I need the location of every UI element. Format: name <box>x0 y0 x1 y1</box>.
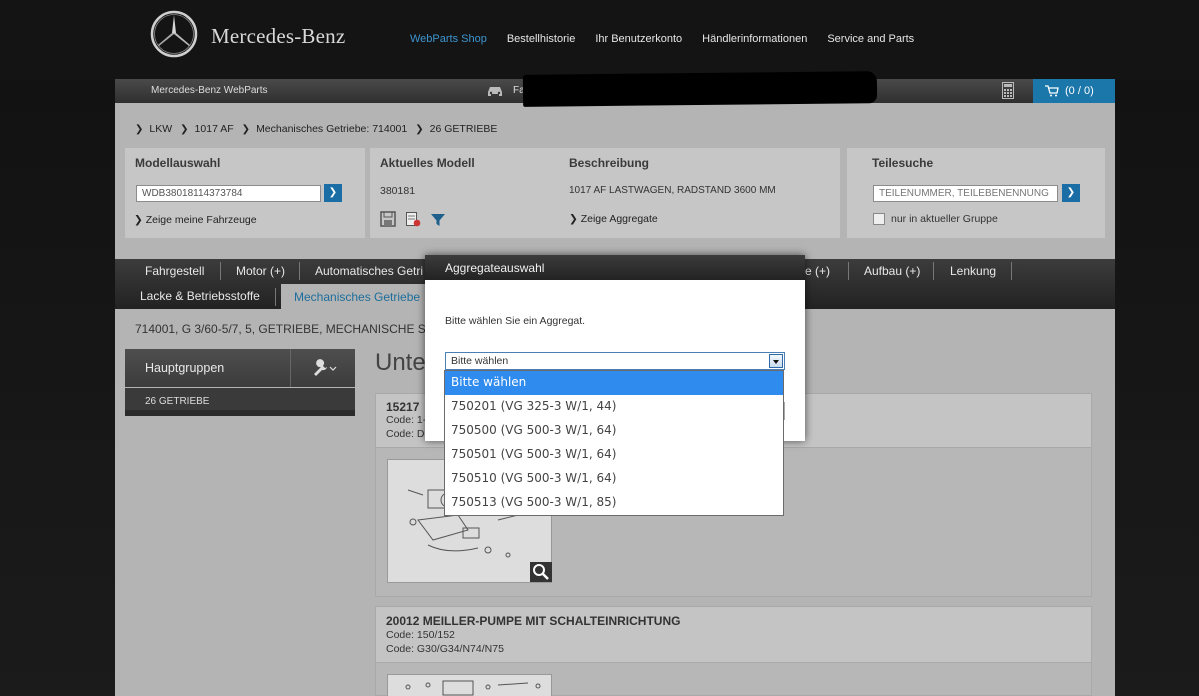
aggregate-select[interactable]: Bitte wählen <box>445 352 785 370</box>
breadcrumb-group[interactable]: 26 GETRIEBE <box>430 123 498 135</box>
aggregate-option[interactable]: Bitte wählen <box>445 371 783 395</box>
part-card-code: Code: D <box>386 428 425 440</box>
part-drawing-image <box>405 680 541 696</box>
aggregate-option[interactable]: 750201 (VG 325-3 W/1, 44) <box>445 395 783 419</box>
part-search-button[interactable]: ❯ <box>1062 184 1080 202</box>
nav-webparts-shop[interactable]: WebParts Shop <box>410 33 487 45</box>
teilesuche-title: Teilesuche <box>872 156 934 170</box>
cart-button[interactable]: (0 / 0) <box>1033 79 1115 103</box>
zeige-fahrzeuge-link[interactable]: ❯ Zeige meine Fahrzeuge <box>134 214 257 226</box>
calculator-icon[interactable] <box>1002 82 1014 99</box>
zeige-aggregate-label: Zeige Aggregate <box>580 213 658 225</box>
nav-service-and-parts[interactable]: Service and Parts <box>827 33 914 45</box>
tab-motor[interactable]: Motor (+) <box>236 264 285 278</box>
aggregate-description: 714001, G 3/60-5/7, 5, GETRIEBE, MECHANI… <box>135 322 426 336</box>
tab-separator <box>220 262 221 280</box>
part-card-header[interactable]: 20012 MEILLER-PUMPE MIT SCHALTEINRICHTUN… <box>375 606 1092 663</box>
tab-separator <box>275 288 276 306</box>
part-card-code: Code: G30/G34/N74/N75 <box>386 643 504 655</box>
part-card-body <box>375 663 1092 696</box>
aktuelles-modell-title: Aktuelles Modell <box>380 156 475 170</box>
top-navigation: WebParts Shop Bestellhistorie Ihr Benutz… <box>410 33 934 45</box>
chevron-down-icon[interactable] <box>769 354 783 368</box>
save-icon[interactable] <box>380 211 396 227</box>
tab-separator <box>1011 262 1012 280</box>
nav-haendlerinformationen[interactable]: Händlerinformationen <box>702 33 807 45</box>
car-icon <box>488 87 502 96</box>
dialog-prompt: Bitte wählen Sie ein Aggregat. <box>445 315 586 327</box>
nav-benutzerkonto[interactable]: Ihr Benutzerkonto <box>595 33 682 45</box>
top-header: Mercedes-Benz WebParts Shop Bestellhisto… <box>0 0 1199 80</box>
part-card-code: Code: 150/152 <box>386 629 455 641</box>
aggregate-option[interactable]: 750500 (VG 500-3 W/1, 64) <box>445 419 783 443</box>
aggregate-select-value: Bitte wählen <box>451 355 509 367</box>
tab-automatisches-getriebe[interactable]: Automatisches Getri <box>315 264 423 278</box>
brand-logo-text: Mercedes-Benz <box>211 24 346 48</box>
cart-count: (0 / 0) <box>1065 85 1094 97</box>
part-drawing-thumbnail[interactable] <box>387 674 552 696</box>
hauptgruppen-header: Hauptgruppen <box>125 349 355 387</box>
breadcrumb: ❯ LKW ❯ 1017 AF ❯ Mechanisches Getriebe:… <box>135 123 505 135</box>
page-heading: Unte <box>375 349 426 376</box>
sidebar-item-26-getriebe[interactable]: 26 GETRIEBE <box>125 388 355 416</box>
breadcrumb-chevron-icon: ❯ <box>135 123 144 135</box>
current-group-checkbox[interactable] <box>873 213 885 225</box>
aktuelles-modell-value: 380181 <box>380 185 416 197</box>
tab-mechanisches-getriebe[interactable]: Mechanisches Getriebe <box>281 284 436 309</box>
part-card-title: 20012 MEILLER-PUMPE MIT SCHALTEINRICHTUN… <box>386 614 681 628</box>
breadcrumb-chevron-icon: ❯ <box>415 123 424 135</box>
beschreibung-title: Beschreibung <box>569 156 650 170</box>
breadcrumb-lkw[interactable]: LKW <box>149 123 172 135</box>
aggregate-option[interactable]: 750513 (VG 500-3 W/1, 85) <box>445 491 783 515</box>
current-group-checkbox-label: nur in aktueller Gruppe <box>891 213 998 225</box>
redaction-mark <box>522 71 878 107</box>
part-search-input[interactable] <box>873 185 1058 202</box>
teilesuche-panel: Teilesuche ❯ nur in aktueller Gruppe <box>847 148 1105 238</box>
tab-lenkung[interactable]: Lenkung <box>950 264 996 278</box>
tab-separator <box>299 262 300 280</box>
mercedes-star-logo-icon[interactable] <box>150 10 198 58</box>
aggregate-option[interactable]: 750510 (VG 500-3 W/1, 64) <box>445 467 783 491</box>
beschreibung-value: 1017 AF LASTWAGEN, RADSTAND 3600 MM <box>569 185 776 196</box>
part-card-code: Code: 1- <box>386 414 427 426</box>
vin-submit-button[interactable]: ❯ <box>324 184 342 202</box>
tab-aufbau[interactable]: Aufbau (+) <box>864 264 920 278</box>
modellauswahl-title: Modellauswahl <box>135 156 221 170</box>
aggregate-dropdown-list: Bitte wählen 750201 (VG 325-3 W/1, 44) 7… <box>444 370 784 516</box>
nav-bestellhistorie[interactable]: Bestellhistorie <box>507 33 575 45</box>
hauptgruppen-divider <box>290 349 291 387</box>
tab-lacke-betriebsstoffe[interactable]: Lacke & Betriebsstoffe <box>140 289 260 303</box>
breadcrumb-chevron-icon: ❯ <box>241 123 251 135</box>
sub-header-bar: Mercedes-Benz WebParts Fa (0 / 0) <box>115 71 1115 107</box>
zoom-button[interactable] <box>530 562 552 582</box>
vin-input[interactable] <box>136 185 321 202</box>
tab-separator <box>848 262 849 280</box>
aggregate-option[interactable]: 750501 (VG 500-3 W/1, 64) <box>445 443 783 467</box>
webparts-brand-label: Mercedes-Benz WebParts <box>151 85 268 96</box>
part-card-title: 15217 <box>386 400 420 414</box>
filter-icon[interactable] <box>430 212 446 228</box>
breadcrumb-getriebe[interactable]: Mechanisches Getriebe: 714001 <box>256 123 407 135</box>
zeige-fahrzeuge-label: Zeige meine Fahrzeuge <box>145 214 257 226</box>
wrench-dropdown-icon[interactable] <box>310 358 338 378</box>
modellauswahl-panel: Modellauswahl ❯ ❯ Zeige meine Fahrzeuge <box>125 148 365 238</box>
tab-hidden-partial[interactable]: e (+) <box>805 264 830 278</box>
print-list-icon[interactable] <box>405 211 421 227</box>
magnifier-icon <box>533 564 549 580</box>
breadcrumb-chevron-icon: ❯ <box>180 123 189 135</box>
dialog-title: Aggregateauswahl <box>425 255 805 280</box>
tab-separator <box>933 262 934 280</box>
hauptgruppen-title: Hauptgruppen <box>145 361 225 375</box>
model-info-panel: Aktuelles Modell 380181 Beschreibung 101… <box>370 148 840 238</box>
cart-icon <box>1045 85 1059 97</box>
tab-fahrgestell[interactable]: Fahrgestell <box>145 264 204 278</box>
zeige-aggregate-link[interactable]: ❯ Zeige Aggregate <box>569 213 658 225</box>
breadcrumb-model[interactable]: 1017 AF <box>195 123 234 135</box>
